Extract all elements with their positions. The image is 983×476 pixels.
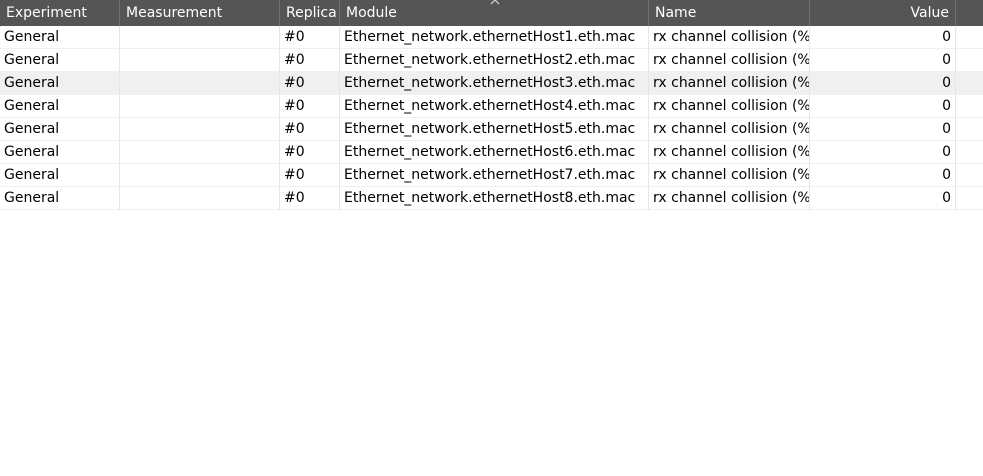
column-header-filler <box>956 0 983 26</box>
cell-filler <box>956 72 983 95</box>
cell-value: 0 <box>810 49 956 72</box>
cell-module: Ethernet_network.ethernetHost5.eth.mac <box>340 118 649 141</box>
cell-filler <box>956 164 983 187</box>
cell-filler <box>956 187 983 210</box>
cell-value: 0 <box>810 26 956 49</box>
cell-name: rx channel collision (%) <box>649 118 810 141</box>
cell-replication: #0 <box>280 118 340 141</box>
cell-replication: #0 <box>280 141 340 164</box>
cell-name: rx channel collision (%) <box>649 187 810 210</box>
cell-replication: #0 <box>280 72 340 95</box>
cell-measurement <box>120 49 280 72</box>
cell-module: Ethernet_network.ethernetHost8.eth.mac <box>340 187 649 210</box>
cell-measurement <box>120 187 280 210</box>
cell-measurement <box>120 141 280 164</box>
cell-experiment: General <box>0 164 120 187</box>
cell-value: 0 <box>810 72 956 95</box>
table-row[interactable]: General #0 Ethernet_network.ethernetHost5.… <box>0 118 983 141</box>
cell-module: Ethernet_network.ethernetHost7.eth.mac <box>340 164 649 187</box>
cell-experiment: General <box>0 141 120 164</box>
cell-experiment: General <box>0 187 120 210</box>
table-row[interactable]: General #0 Ethernet_network.ethernetHost2.… <box>0 49 983 72</box>
column-header-value[interactable]: Value <box>810 0 956 26</box>
cell-value: 0 <box>810 95 956 118</box>
cell-replication: #0 <box>280 164 340 187</box>
cell-name: rx channel collision (%) <box>649 49 810 72</box>
table-row[interactable]: General #0 Ethernet_network.ethernetHost4.… <box>0 95 983 118</box>
cell-module: Ethernet_network.ethernetHost4.eth.mac <box>340 95 649 118</box>
cell-module: Ethernet_network.ethernetHost3.eth.mac <box>340 72 649 95</box>
cell-filler <box>956 49 983 72</box>
table-row[interactable]: General #0 Ethernet_network.ethernetHost6.… <box>0 141 983 164</box>
cell-experiment: General <box>0 95 120 118</box>
cell-experiment: General <box>0 72 120 95</box>
table-row[interactable]: General #0 Ethernet_network.ethernetHost7.… <box>0 164 983 187</box>
cell-module: Ethernet_network.ethernetHost6.eth.mac <box>340 141 649 164</box>
cell-measurement <box>120 164 280 187</box>
cell-value: 0 <box>810 141 956 164</box>
results-table: Experiment Measurement Replica Module Na… <box>0 0 983 210</box>
cell-replication: #0 <box>280 95 340 118</box>
cell-value: 0 <box>810 187 956 210</box>
column-header-experiment[interactable]: Experiment <box>0 0 120 26</box>
cell-measurement <box>120 95 280 118</box>
cell-filler <box>956 95 983 118</box>
cell-experiment: General <box>0 26 120 49</box>
cell-measurement <box>120 118 280 141</box>
cell-module: Ethernet_network.ethernetHost2.eth.mac <box>340 49 649 72</box>
cell-name: rx channel collision (%) <box>649 141 810 164</box>
cell-replication: #0 <box>280 49 340 72</box>
table-header: Experiment Measurement Replica Module Na… <box>0 0 983 26</box>
cell-filler <box>956 141 983 164</box>
column-header-replication[interactable]: Replica <box>280 0 340 26</box>
cell-experiment: General <box>0 118 120 141</box>
column-header-measurement[interactable]: Measurement <box>120 0 280 26</box>
cell-filler <box>956 26 983 49</box>
cell-name: rx channel collision (%) <box>649 95 810 118</box>
cell-name: rx channel collision (%) <box>649 164 810 187</box>
cell-replication: #0 <box>280 187 340 210</box>
sort-ascending-chevron-icon <box>489 0 501 6</box>
cell-name: rx channel collision (%) <box>649 26 810 49</box>
cell-value: 0 <box>810 118 956 141</box>
table-row[interactable]: General #0 Ethernet_network.ethernetHost3.… <box>0 72 983 95</box>
cell-measurement <box>120 26 280 49</box>
table-body: General #0 Ethernet_network.ethernetHost1.… <box>0 26 983 210</box>
table-row[interactable]: General #0 Ethernet_network.ethernetHost1.… <box>0 26 983 49</box>
column-header-name[interactable]: Name <box>649 0 810 26</box>
cell-filler <box>956 118 983 141</box>
cell-measurement <box>120 72 280 95</box>
cell-replication: #0 <box>280 26 340 49</box>
cell-value: 0 <box>810 164 956 187</box>
cell-experiment: General <box>0 49 120 72</box>
cell-module: Ethernet_network.ethernetHost1.eth.mac <box>340 26 649 49</box>
cell-name: rx channel collision (%) <box>649 72 810 95</box>
table-row[interactable]: General #0 Ethernet_network.ethernetHost8.… <box>0 187 983 210</box>
